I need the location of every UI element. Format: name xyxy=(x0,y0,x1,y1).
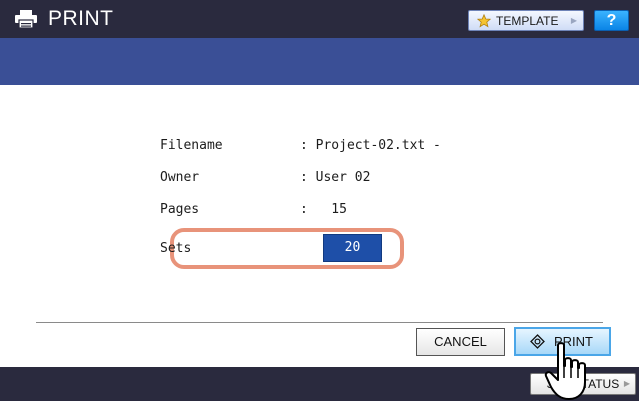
status-bar xyxy=(0,38,639,85)
star-icon xyxy=(477,14,491,28)
printer-icon xyxy=(15,10,37,29)
cancel-button[interactable]: CANCEL xyxy=(416,328,505,356)
sets-input[interactable]: 20 xyxy=(323,234,382,262)
page-title: PRINT xyxy=(48,7,114,30)
filename-value: : Project-02.txt - xyxy=(300,138,441,153)
start-diamond-icon xyxy=(530,334,545,349)
filename-label: Filename xyxy=(160,138,223,153)
template-button-label: TEMPLATE xyxy=(496,14,559,28)
divider xyxy=(36,322,603,323)
help-button[interactable]: ? xyxy=(594,10,629,31)
pages-value: : 15 xyxy=(300,202,347,217)
owner-value: : User 02 xyxy=(300,170,371,185)
template-button[interactable]: TEMPLATE ▶ xyxy=(468,10,584,31)
chevron-right-icon: ▶ xyxy=(570,16,577,25)
owner-label: Owner xyxy=(160,170,200,185)
sets-label: Sets xyxy=(160,241,192,256)
pages-label: Pages xyxy=(160,202,200,217)
hand-pointer-icon xyxy=(544,342,586,400)
chevron-right-icon: ▶ xyxy=(623,379,630,388)
